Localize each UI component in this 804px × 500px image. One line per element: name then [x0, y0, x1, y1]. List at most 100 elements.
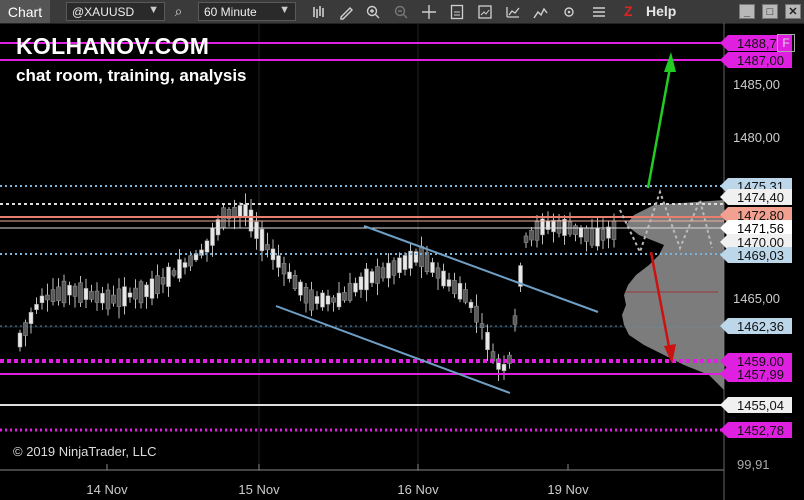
candle-body [600, 229, 606, 241]
candle [78, 275, 83, 307]
candle [50, 278, 56, 306]
candle-body [485, 331, 490, 351]
candle-body [17, 332, 23, 348]
candle-body [83, 288, 89, 300]
price-chart[interactable]: 1485,001480,001465,001488,71487,001475,3… [0, 23, 804, 500]
candle [320, 290, 325, 311]
candle-body [573, 225, 578, 236]
candle [89, 284, 94, 303]
candle-body [369, 271, 375, 284]
candle-body [446, 279, 452, 287]
chart-tab[interactable]: Chart [0, 0, 50, 23]
candle-body [265, 244, 270, 251]
price-label-text: 1462,36 [737, 319, 784, 334]
candle-body [534, 221, 540, 241]
price-label: 1462,36 [720, 318, 792, 334]
candle-body [23, 322, 28, 336]
candle-body [474, 305, 479, 323]
price-label-text: 1474,40 [737, 190, 784, 205]
search-icon[interactable]: ⌕ [170, 3, 187, 20]
maximize-button[interactable]: □ [762, 4, 778, 19]
candle [380, 262, 386, 282]
close-button[interactable]: ✕ [785, 4, 801, 19]
candle [171, 267, 177, 278]
indicators-icon[interactable] [504, 3, 521, 20]
candle-body [122, 286, 127, 307]
candle [430, 257, 435, 278]
candle-body [435, 267, 441, 279]
price-label-text: 1488,7 [737, 36, 777, 51]
candle-body [380, 267, 386, 279]
candle-body [501, 363, 507, 372]
candle-body [358, 276, 364, 290]
candle-body [67, 284, 72, 296]
z-icon[interactable]: Z [624, 3, 633, 19]
chart-corner-button[interactable]: F [777, 34, 795, 52]
chart-grid [0, 23, 725, 500]
candle-body [160, 277, 166, 285]
interval-selector[interactable]: 60 Minute ▼ [198, 2, 296, 21]
zoom-in-icon[interactable] [364, 3, 381, 20]
candle-body [166, 266, 171, 287]
instrument-selector[interactable]: @XAUUSD ▼ [66, 2, 165, 21]
candle-body [424, 251, 430, 273]
candle-body [556, 219, 562, 234]
crosshair-icon[interactable] [420, 3, 437, 20]
candle [408, 243, 413, 276]
candle-body [94, 290, 100, 303]
candle-body [303, 287, 309, 304]
candle-body [50, 289, 56, 302]
candle [122, 277, 127, 315]
time-axis: 14 Nov 15 Nov 16 Nov 19 Nov [86, 464, 589, 497]
candle [331, 295, 336, 312]
candle [611, 213, 617, 248]
price-label: 1455,04 [720, 397, 792, 413]
candle [34, 297, 39, 315]
properties-icon[interactable] [560, 3, 577, 20]
candle-body [45, 294, 50, 301]
candle [358, 272, 364, 298]
bar-style-icon[interactable] [310, 3, 327, 20]
list-icon[interactable] [590, 3, 607, 20]
candle-body [589, 228, 595, 246]
time-tick-label: 16 Nov [397, 482, 439, 497]
candle [353, 277, 358, 297]
candle [116, 278, 122, 319]
zoom-out-icon[interactable] [392, 3, 409, 20]
candle [413, 248, 419, 266]
candle-body [325, 295, 331, 305]
data-box-icon[interactable] [448, 3, 465, 20]
strategies-icon[interactable] [532, 3, 549, 20]
drawing-tools-icon[interactable] [337, 3, 354, 20]
candle [94, 282, 100, 311]
copyright-text: © 2019 NinjaTrader, LLC [13, 444, 157, 459]
candle [545, 211, 551, 235]
candle [419, 236, 424, 279]
candle-body [342, 292, 347, 301]
candle-body [144, 284, 149, 298]
candle-body [595, 227, 600, 247]
candle [485, 324, 490, 361]
candle [199, 243, 204, 259]
candle [342, 286, 347, 303]
price-label: 1457,99 [720, 366, 792, 382]
chart-trader-icon[interactable] [476, 3, 493, 20]
candle [441, 263, 446, 289]
candle-body [78, 282, 83, 303]
help-menu[interactable]: Help [646, 3, 676, 19]
candle [523, 232, 529, 248]
candle [336, 282, 342, 311]
candle [584, 225, 589, 252]
candle-body [336, 292, 342, 308]
candle-body [237, 205, 243, 218]
candle-body [171, 270, 177, 276]
candle-body [72, 285, 78, 297]
candle [160, 268, 166, 294]
candle-body [468, 301, 474, 309]
candle-body [182, 262, 188, 268]
candle [100, 286, 105, 311]
candle-body [215, 219, 221, 236]
candle-body [314, 296, 320, 304]
candle-body [402, 255, 408, 270]
minimize-button[interactable]: _ [739, 4, 755, 19]
